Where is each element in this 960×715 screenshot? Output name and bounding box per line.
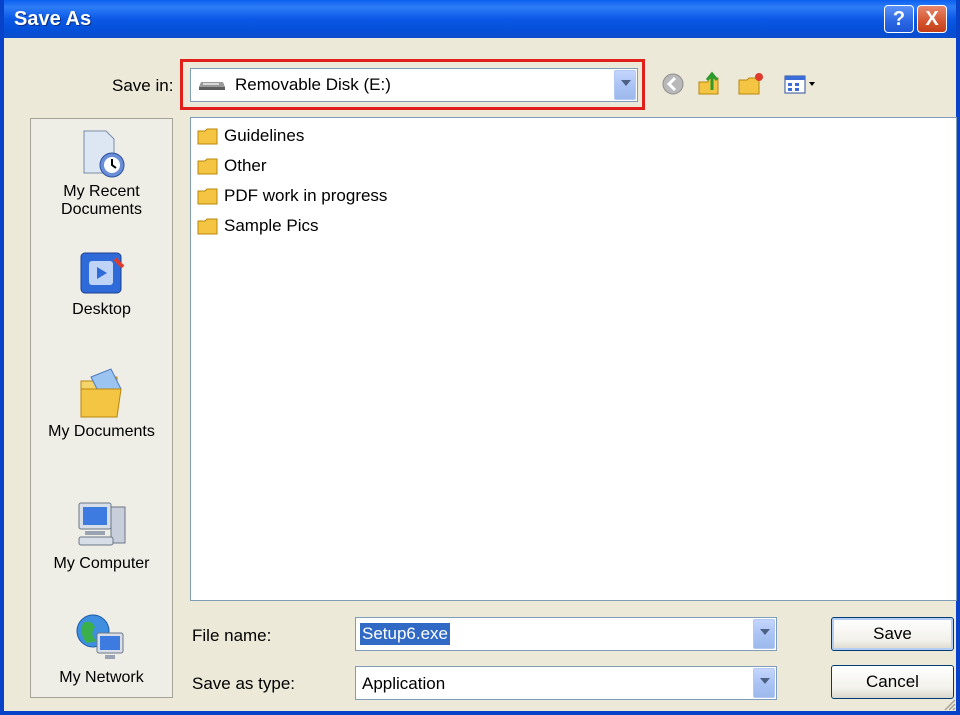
place-label-line1: My Documents <box>48 423 155 440</box>
back-icon[interactable] <box>659 70 687 98</box>
save-as-type-dropdown[interactable]: Application <box>355 666 777 700</box>
my-computer-icon <box>78 502 125 546</box>
file-name-input[interactable]: Setup6.exe <box>355 617 777 651</box>
my-network-icon <box>76 614 123 659</box>
folder-icon <box>197 218 218 235</box>
file-name-label: File name: <box>192 626 272 645</box>
folder-name: Guidelines <box>224 126 305 145</box>
save-as-dialog: Save As ? X Save in: Removable Disk (E:) <box>0 0 960 715</box>
my-documents-icon <box>80 368 122 418</box>
place-my-recent-documents[interactable]: My Recent Documents <box>31 129 172 219</box>
recent-documents-icon <box>83 130 124 178</box>
save-in-value: Removable Disk (E:) <box>235 75 391 94</box>
place-label-line1: My Recent <box>63 183 140 200</box>
folder-name: Other <box>224 156 267 175</box>
cancel-button[interactable]: Cancel <box>831 665 954 699</box>
new-folder-icon[interactable] <box>737 70 765 98</box>
save-in-label: Save in: <box>112 76 174 95</box>
place-desktop[interactable]: Desktop <box>31 249 172 319</box>
file-name-value: Setup6.exe <box>360 623 451 645</box>
help-button[interactable]: ? <box>884 5 914 33</box>
save-as-type-dropdown-arrow[interactable] <box>753 668 775 698</box>
removable-disk-icon <box>199 82 225 90</box>
place-my-computer[interactable]: My Computer <box>31 497 172 573</box>
places-bar: My Recent Documents Desktop My Documents <box>30 118 173 698</box>
up-folder-icon[interactable] <box>696 70 724 98</box>
place-label-line1: My Network <box>59 669 144 686</box>
folder-name: Sample Pics <box>224 216 319 235</box>
close-button[interactable]: X <box>917 5 947 33</box>
title-bar[interactable]: Save As ? X <box>4 0 956 38</box>
desktop-icon <box>80 252 124 294</box>
save-in-dropdown[interactable]: Removable Disk (E:) <box>190 68 638 102</box>
folder-icon <box>197 128 218 145</box>
views-icon[interactable] <box>782 70 822 98</box>
folder-icon <box>197 158 218 175</box>
place-my-network[interactable]: My Network <box>31 611 172 687</box>
place-label-line1: My Computer <box>53 555 150 572</box>
save-as-type-label: Save as type: <box>192 674 296 693</box>
folder-icon <box>197 188 218 205</box>
resize-grip-icon[interactable] <box>942 697 956 711</box>
save-in-dropdown-arrow[interactable] <box>614 70 636 100</box>
file-name-dropdown-arrow[interactable] <box>753 619 775 649</box>
window-title: Save As <box>14 8 92 30</box>
save-as-type-value: Application <box>362 674 446 693</box>
folder-name: PDF work in progress <box>224 186 388 205</box>
place-label-line2: Documents <box>61 201 142 218</box>
save-button[interactable]: Save <box>831 617 954 651</box>
file-list[interactable]: Guidelines Other PDF work in progress Sa… <box>190 117 957 601</box>
place-my-documents[interactable]: My Documents <box>31 367 172 441</box>
place-label-line1: Desktop <box>72 301 131 318</box>
